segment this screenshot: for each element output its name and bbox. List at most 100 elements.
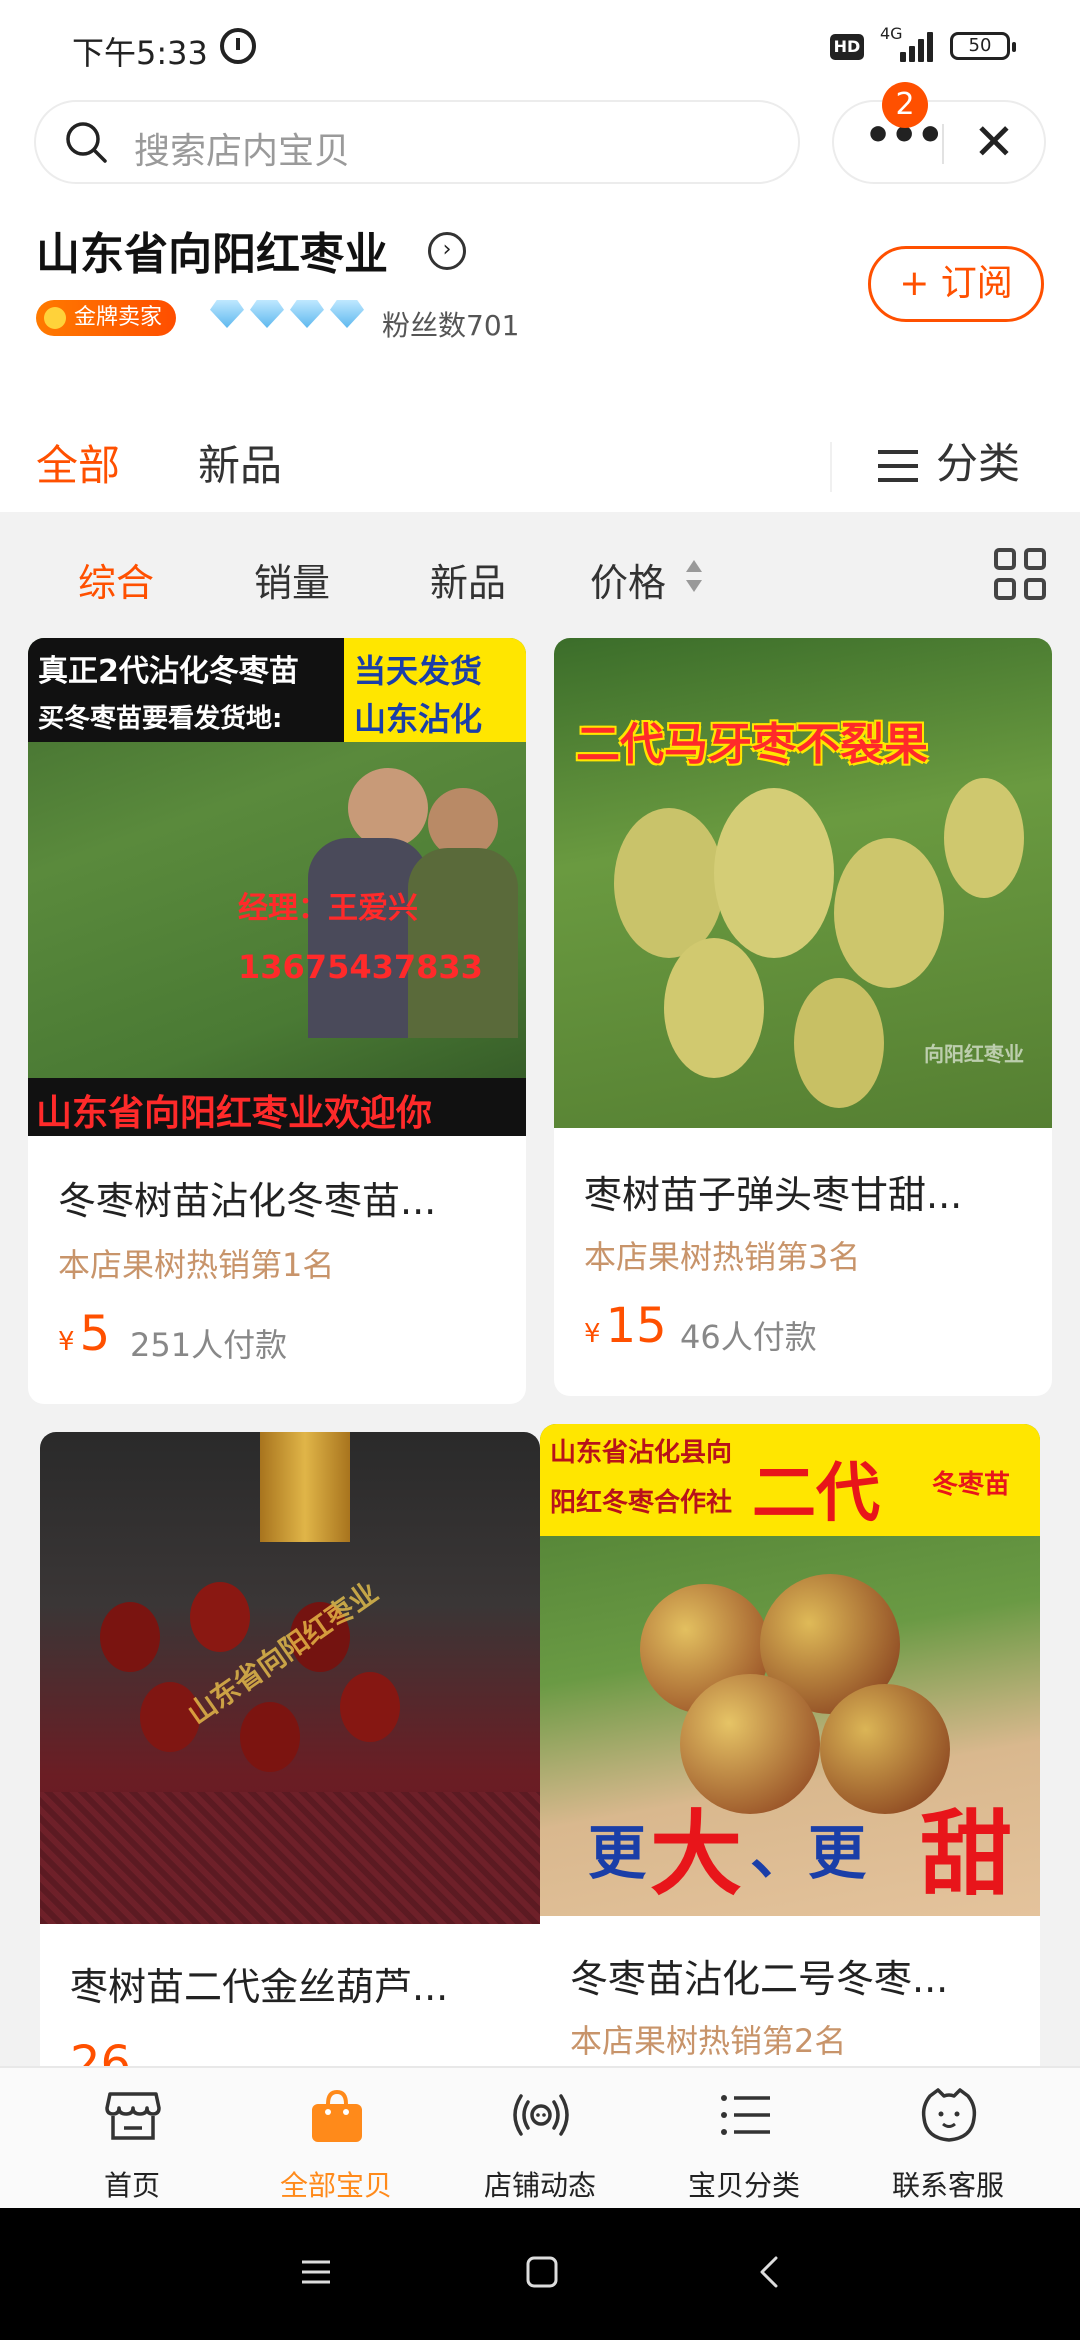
shop-tabs: 全部 新品 分类 (0, 406, 1080, 512)
shop-name[interactable]: 山东省向阳红枣业 (36, 218, 388, 282)
jujube-fruit (190, 1582, 250, 1652)
product-card[interactable]: 山东省向阳红枣业 枣树苗二代金丝葫芦... 26 (40, 1432, 540, 2132)
price-value: 15 (605, 1298, 667, 1354)
tab-all[interactable]: 全部 (36, 432, 120, 493)
back-icon[interactable] (750, 2252, 790, 2292)
sort-overall[interactable]: 综合 (78, 552, 154, 607)
status-bar: 下午5:33 HD 4G 50 (0, 0, 1080, 96)
shop-page: 下午5:33 HD 4G 50 搜索店内宝贝 ••• ✕ 2 山东省向阳红枣业 … (0, 0, 1080, 2340)
home-icon[interactable] (522, 2252, 562, 2292)
sort-new[interactable]: 新品 (430, 552, 506, 607)
shop-header: 山东省向阳红枣业 › 金牌卖家 粉丝数701 + 订阅 全部 新品 分类 (0, 192, 1080, 512)
product-title[interactable]: 冬枣树苗沾化冬枣苗... (58, 1170, 498, 1225)
bottom-nav: 首页 全部宝贝 店铺动态 宝贝分类 联系客服 (0, 2066, 1080, 2208)
sort-price[interactable]: 价格 (590, 552, 666, 607)
nav-label: 宝贝分类 (687, 2169, 800, 2202)
category-label: 分类 (936, 439, 1021, 488)
nav-item-categories[interactable]: 宝贝分类 (636, 2068, 852, 2210)
chat-face-icon (921, 2088, 977, 2142)
product-card[interactable]: 二代马牙枣不裂果 向阳红枣业 枣树苗子弹头枣甘甜... 本店果树热销第3名 ¥ … (554, 638, 1052, 1396)
product-title[interactable]: 枣树苗子弹头枣甘甜... (584, 1164, 1024, 1219)
battery-icon: 50 (950, 32, 1016, 60)
mini-program-capsule: ••• ✕ (832, 100, 1046, 184)
can-photo (260, 1432, 350, 1542)
product-image: 山东省沾化县向 阳红冬枣合作社 二代 冬枣苗 更 大 、更 甜 (540, 1424, 1040, 1916)
tab-new[interactable]: 新品 (198, 432, 282, 493)
alarm-icon (220, 28, 256, 64)
product-title[interactable]: 枣树苗二代金丝葫芦... (70, 1956, 510, 2011)
signal-icon (900, 30, 938, 62)
system-nav-bar (0, 2208, 1080, 2340)
product-rank: 本店果树热销第3名 (584, 1238, 861, 1276)
diamond-icon (210, 300, 244, 328)
sold-count: 46人付款 (680, 1318, 817, 1356)
image-overlay-text: 13675437833 (238, 948, 483, 986)
close-icon[interactable]: ✕ (966, 114, 1022, 170)
jujube-fruit (664, 938, 764, 1078)
shopping-bag-icon (312, 2089, 362, 2142)
search-placeholder: 搜索店内宝贝 (134, 131, 351, 172)
list-icon (878, 449, 918, 484)
product-rank: 本店果树热销第1名 (58, 1246, 335, 1284)
product-title[interactable]: 冬枣苗沾化二号冬枣... (570, 1948, 1010, 2003)
tab-divider (830, 442, 832, 492)
jujube-fruit (340, 1672, 400, 1742)
nav-customer-service[interactable]: 联系客服 (840, 2068, 1056, 2210)
chevron-right-icon[interactable]: › (428, 232, 466, 270)
store-icon (105, 2092, 161, 2140)
nav-home[interactable]: 首页 (24, 2068, 240, 2210)
sold-count: 251人付款 (130, 1326, 288, 1364)
price-value: 5 (79, 1306, 111, 1362)
sort-arrows-icon[interactable] (684, 558, 704, 598)
seller-rating-diamonds (210, 300, 370, 336)
image-slogan-text: 甜 (920, 1801, 1013, 1908)
nav-label: 店铺动态 (483, 2169, 596, 2202)
nav-label: 全部宝贝 (279, 2169, 392, 2202)
jujube-fruit (100, 1602, 160, 1672)
sort-sales[interactable]: 销量 (254, 552, 330, 607)
jujube-fruit (834, 838, 944, 988)
diamond-icon (290, 300, 324, 328)
capsule-divider (942, 124, 944, 164)
product-image: 二代马牙枣不裂果 向阳红枣业 (554, 638, 1052, 1128)
sort-bar: 综合 销量 新品 价格 (0, 512, 1080, 640)
subscribe-button[interactable]: + 订阅 (868, 246, 1044, 322)
image-banner-text: 山东省向阳红枣业欢迎你 (36, 1093, 433, 1134)
search-input[interactable]: 搜索店内宝贝 (34, 100, 800, 184)
product-card[interactable]: 山东省沾化县向 阳红冬枣合作社 二代 冬枣苗 更 大 、更 甜 冬枣苗沾化二号冬… (540, 1424, 1040, 2124)
jujube-fruit (794, 978, 884, 1108)
menu-icon[interactable] (296, 2252, 336, 2292)
nav-label: 联系客服 (891, 2169, 1004, 2202)
image-banner-text: 买冬枣苗要看发货地: (38, 704, 283, 734)
image-banner-text: 山东省沾化县向 (550, 1438, 733, 1468)
broadcast-icon (513, 2094, 569, 2136)
person-photo (348, 768, 428, 848)
product-price: ¥ 5 (58, 1306, 110, 1362)
fans-count: 粉丝数701 (382, 309, 520, 342)
image-banner-text: 山东沾化 (354, 700, 483, 738)
currency-symbol: ¥ (58, 1327, 75, 1357)
category-button[interactable]: 分类 (878, 430, 1020, 491)
image-banner-text: 真正2代沾化冬枣苗 (38, 654, 299, 689)
currency-symbol: ¥ (584, 1319, 601, 1349)
image-banner-text: 当天发货 (354, 652, 483, 690)
image-banner-text: 二代马牙枣不裂果 (576, 719, 928, 770)
image-slogan-text: 大 (650, 1801, 743, 1908)
nav-shop-updates[interactable]: 店铺动态 (432, 2068, 648, 2210)
image-slogan-text: 更 (588, 1819, 647, 1887)
product-image: 真正2代沾化冬枣苗 买冬枣苗要看发货地: 当天发货 山东沾化 经理：王爱兴 13… (28, 638, 526, 1136)
gold-seller-badge: 金牌卖家 (36, 300, 177, 336)
nav-label: 首页 (103, 2169, 160, 2202)
message-badge: 2 (882, 82, 928, 128)
image-overlay-text: 经理：王爱兴 (238, 891, 418, 926)
nav-all-items[interactable]: 全部宝贝 (228, 2068, 444, 2210)
tablecloth-photo (40, 1792, 540, 1924)
person-photo (408, 848, 518, 1038)
diamond-icon (250, 300, 284, 328)
list-icon (721, 2095, 770, 2135)
diamond-icon (330, 300, 364, 328)
image-slogan-text: 、更 (750, 1819, 867, 1887)
grid-view-icon[interactable] (994, 548, 1048, 602)
jujube-fruit (944, 778, 1024, 898)
product-card[interactable]: 真正2代沾化冬枣苗 买冬枣苗要看发货地: 当天发货 山东沾化 经理：王爱兴 13… (28, 638, 526, 1404)
